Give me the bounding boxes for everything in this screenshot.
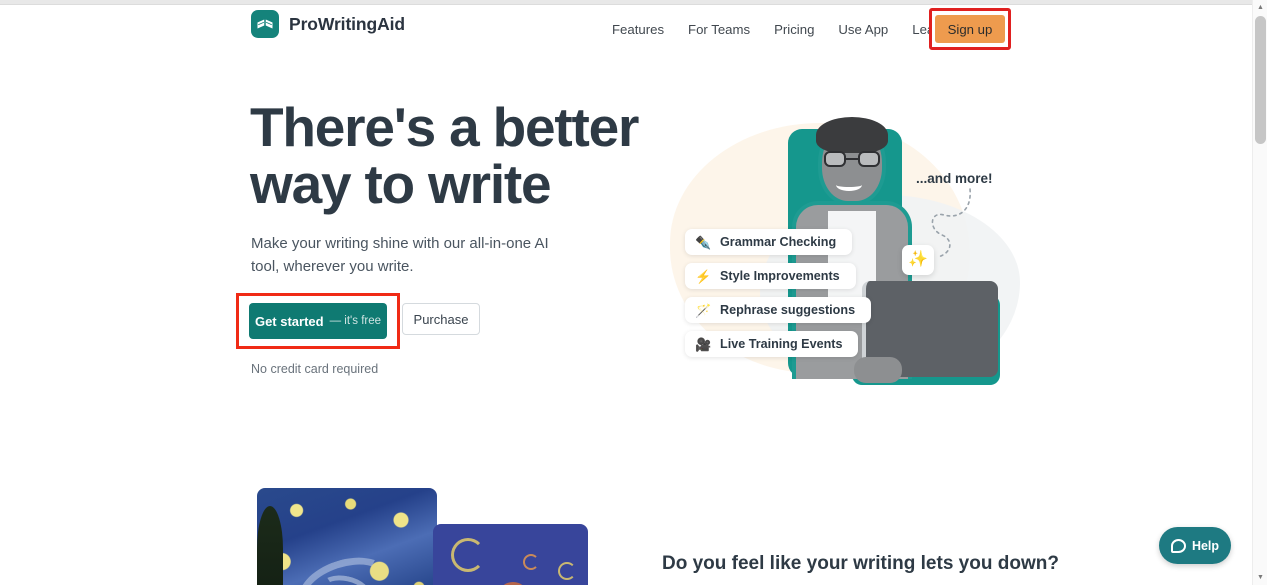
cypress-tree-shape — [257, 506, 283, 585]
hero-subtitle: Make your writing shine with our all-in-… — [251, 235, 549, 276]
feature-pill-label: Style Improvements — [720, 269, 840, 283]
and-more-label: ...and more! — [916, 171, 993, 186]
glasses-right-lens — [858, 151, 880, 167]
scroll-up-arrow-icon[interactable]: ▲ — [1253, 0, 1267, 15]
lightning-icon: ⚡ — [695, 268, 712, 284]
page-canvas: ProWritingAid Features For Teams Pricing… — [0, 5, 1252, 585]
no-credit-card-note: No credit card required — [251, 362, 379, 376]
feature-pill-label: Grammar Checking — [720, 235, 837, 249]
magic-wand-icon: 🪄 — [695, 302, 712, 318]
scroll-down-arrow-icon[interactable]: ▼ — [1253, 570, 1267, 585]
person-hand — [854, 357, 902, 383]
brand-name: ProWritingAid — [289, 13, 406, 34]
scrollbar-thumb[interactable] — [1255, 16, 1266, 144]
get-started-annotation-box: Get started — it's free — [236, 293, 400, 349]
movie-camera-icon: 🎥 — [695, 336, 712, 352]
spiral-doodle — [523, 554, 539, 570]
nav-item-for-teams[interactable]: For Teams — [676, 18, 762, 41]
site-header: ProWritingAid Features For Teams Pricing… — [0, 5, 1252, 53]
signup-annotation-box: Sign up — [929, 8, 1011, 50]
get-started-suffix: — it's free — [329, 315, 382, 327]
nav-item-pricing[interactable]: Pricing — [762, 18, 826, 41]
spiral-doodle — [451, 538, 485, 572]
get-started-label: Get started — [254, 313, 324, 329]
feature-pill-rephrase-suggestions[interactable]: 🪄 Rephrase suggestions — [685, 297, 872, 323]
feature-pill-label: Live Training Events — [720, 337, 843, 351]
pen-icon: ✒️ — [695, 234, 712, 250]
feature-pill-live-training-events[interactable]: 🎥 Live Training Events — [685, 331, 859, 357]
feature-pill-style-improvements[interactable]: ⚡ Style Improvements — [685, 263, 856, 289]
nav-item-use-app[interactable]: Use App — [826, 18, 900, 41]
glasses-bridge — [846, 158, 858, 160]
person-smile — [836, 179, 862, 191]
feature-pill-list: ✒️ Grammar Checking ⚡ Style Improvements… — [685, 229, 872, 357]
dotted-arrow-icon — [931, 188, 971, 258]
brand-logo-link[interactable]: ProWritingAid — [251, 10, 405, 38]
doodle-artwork-card — [433, 524, 588, 585]
chat-bubble-icon — [1170, 538, 1186, 553]
page-scrollbar[interactable]: ▲ ▼ — [1252, 0, 1267, 585]
purchase-button[interactable]: Purchase — [402, 303, 480, 335]
glasses-left-lens — [824, 151, 846, 167]
signup-button[interactable]: Sign up — [935, 15, 1005, 43]
section-heading: Do you feel like your writing lets you d… — [662, 553, 1059, 574]
feature-pill-label: Rephrase suggestions — [720, 303, 856, 317]
browser-viewport: ProWritingAid Features For Teams Pricing… — [0, 0, 1267, 585]
person-hair — [816, 117, 888, 153]
page-title: There's a better way to write — [250, 96, 639, 215]
open-book-icon — [251, 10, 279, 38]
hero-illustration: ✨ ...and more! ✒️ Grammar Checking ⚡ Sty… — [640, 85, 1040, 385]
starry-night-artwork — [257, 488, 437, 585]
spiral-doodle — [558, 562, 576, 580]
person-glasses — [824, 151, 880, 167]
feature-pill-grammar-checking[interactable]: ✒️ Grammar Checking — [685, 229, 853, 255]
help-widget-label: Help — [1191, 538, 1220, 553]
get-started-button[interactable]: Get started — it's free — [249, 303, 387, 339]
help-widget-button[interactable]: Help — [1159, 527, 1231, 564]
nav-item-features[interactable]: Features — [600, 18, 676, 41]
